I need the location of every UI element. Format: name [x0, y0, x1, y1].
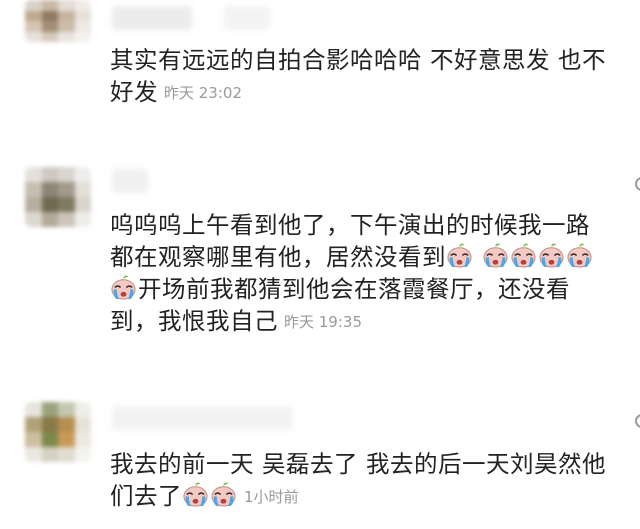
comment-text: 呜呜呜上午看到他了，下午演出的时候我一路都在观察哪里有他，居然没看到 开场前我都… — [110, 209, 610, 338]
comment-time: 昨天 23:02 — [164, 84, 242, 102]
comment-item-2[interactable]: 呜呜呜上午看到他了，下午演出的时候我一路都在观察哪里有他，居然没看到 开场前我都… — [0, 165, 640, 365]
comment-text: 我去的前一天 吴磊去了 我去的后一天刘昊然他们去了 1小时前 — [110, 450, 606, 510]
comment-list: 其实有远远的自拍合影哈哈哈 不好意思发 也不好发 昨天 23:02 呜呜呜上午看到… — [0, 0, 640, 529]
comment-time: 1小时前 — [244, 488, 299, 506]
avatar[interactable] — [25, 402, 91, 462]
comment-item-1[interactable]: 其实有远远的自拍合影哈哈哈 不好意思发 也不好发 昨天 23:02 — [0, 0, 640, 130]
username-blurred-suffix — [224, 6, 270, 30]
comment-item-3[interactable]: 我去的前一天 吴磊去了 我去的后一天刘昊然他们去了 1小时前 — [0, 400, 640, 529]
crying-face-emoji — [210, 481, 237, 508]
crying-face-emoji — [510, 242, 537, 269]
comment-time: 昨天 19:35 — [284, 313, 362, 331]
comment-text: 其实有远远的自拍合影哈哈哈 不好意思发 也不好发 昨天 23:02 — [110, 46, 606, 106]
crying-face-emoji — [182, 481, 209, 508]
crying-face-emoji — [482, 242, 509, 269]
username-blurred[interactable] — [112, 169, 148, 193]
crying-face-emoji — [110, 274, 137, 301]
avatar[interactable] — [25, 167, 91, 227]
crying-face-emoji — [446, 242, 473, 269]
avatar[interactable] — [25, 0, 91, 42]
more-options-icon[interactable] — [635, 177, 640, 191]
crying-face-emoji — [538, 242, 565, 269]
more-options-icon[interactable] — [635, 414, 640, 428]
username-blurred[interactable] — [112, 6, 192, 30]
crying-face-emoji — [566, 242, 593, 269]
username-blurred[interactable] — [112, 406, 292, 430]
